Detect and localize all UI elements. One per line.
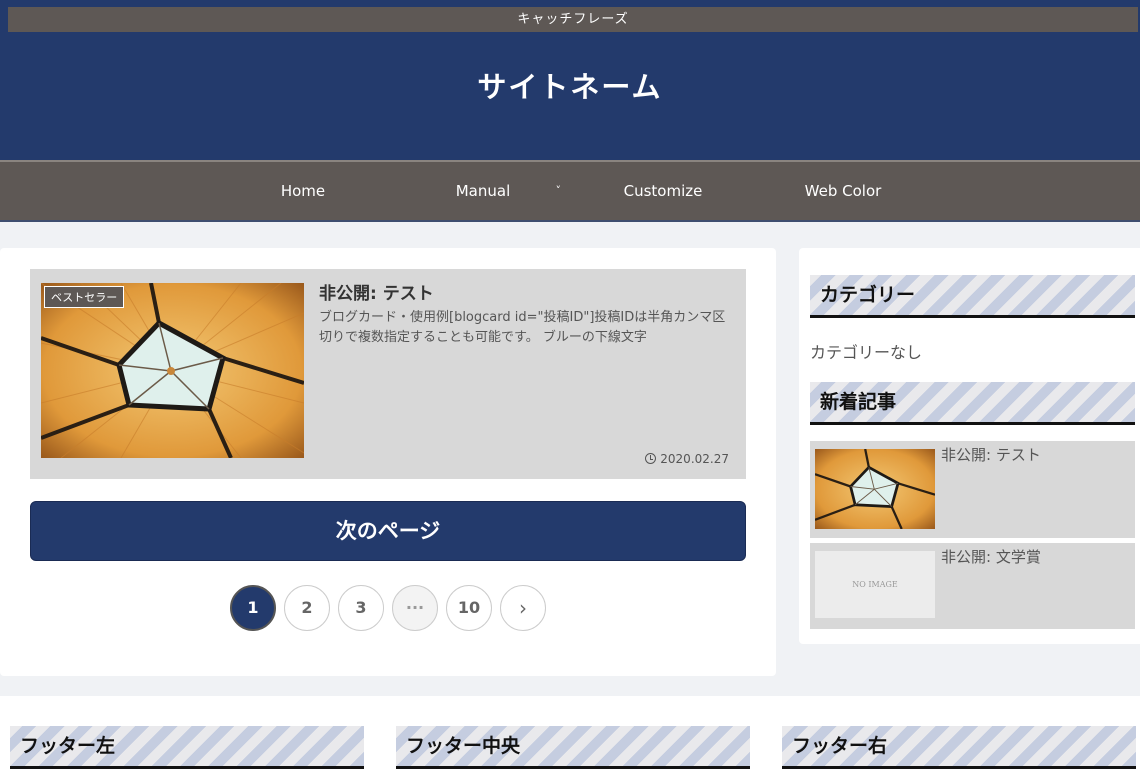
clock-icon [645, 453, 657, 464]
recent-post-item[interactable]: 非公開: テスト [810, 441, 1135, 538]
site-header: キャッチフレーズ サイトネーム [0, 0, 1140, 160]
nav-item-label: Manual [455, 182, 511, 200]
card-title[interactable]: 非公開: テスト [319, 279, 434, 304]
chevron-right-icon[interactable]: › [500, 585, 546, 631]
sidebar: カテゴリー カテゴリーなし 新着記事 非公開: テスト NO IMAGE 非公開… [799, 248, 1140, 644]
tagline: キャッチフレーズ [8, 7, 1138, 32]
nav-item-label: Home [280, 182, 326, 200]
card-date-text: 2020.02.27 [660, 452, 729, 466]
site-name-link[interactable]: サイトネーム [0, 64, 1140, 106]
no-image-placeholder: NO IMAGE [815, 551, 935, 618]
recent-post-title: 非公開: テスト [941, 446, 1041, 464]
no-category-text: カテゴリーなし [810, 343, 923, 362]
chevron-down-icon: ˅ [555, 184, 562, 197]
page-ellipsis: ··· [392, 585, 438, 631]
main-content: ベストセラー 非公開: テスト ブログカード・使用例[blogcard id="… [0, 248, 776, 676]
recent-post-item[interactable]: NO IMAGE 非公開: 文学賞 [810, 543, 1135, 629]
pagination: 1 2 3 ··· 10 › [0, 585, 776, 631]
nav-item-home[interactable]: Home [213, 162, 393, 220]
nav-item-manual[interactable]: Manual ˅ [393, 162, 573, 220]
tent-ceiling-image [815, 449, 935, 529]
page-button-current[interactable]: 1 [230, 585, 276, 631]
widget-title-category: カテゴリー [810, 275, 1135, 318]
card-snippet: ブログカード・使用例[blogcard id="投稿ID"]投稿IDは半角カンマ… [319, 310, 726, 345]
bestseller-badge: ベストセラー [44, 286, 125, 308]
next-page-button[interactable]: 次のページ [30, 501, 746, 561]
page-button[interactable]: 3 [338, 585, 384, 631]
card-date: 2020.02.27 [645, 452, 729, 466]
recent-post-thumbnail [815, 449, 935, 529]
recent-post-title: 非公開: 文学賞 [941, 548, 1041, 566]
tent-ceiling-image [41, 283, 304, 458]
widget-title-recent: 新着記事 [810, 382, 1135, 425]
nav-item-label: Customize [623, 182, 703, 200]
footer-widget-center: フッター中央 [396, 726, 750, 769]
nav-item-web-color[interactable]: Web Color [753, 162, 933, 220]
nav-item-customize[interactable]: Customize [573, 162, 753, 220]
footer-widget-right: フッター右 [782, 726, 1136, 769]
card-thumbnail: ベストセラー [41, 283, 304, 458]
footer-widget-left: フッター左 [10, 726, 364, 769]
nav-item-label: Web Color [804, 182, 882, 200]
blog-card[interactable]: ベストセラー 非公開: テスト ブログカード・使用例[blogcard id="… [30, 269, 746, 479]
site-footer: フッター左 フッター中央 フッター右 [0, 696, 1140, 779]
page-button-last[interactable]: 10 [446, 585, 492, 631]
page-button[interactable]: 2 [284, 585, 330, 631]
global-nav: Home Manual ˅ Customize Web Color [0, 160, 1140, 222]
